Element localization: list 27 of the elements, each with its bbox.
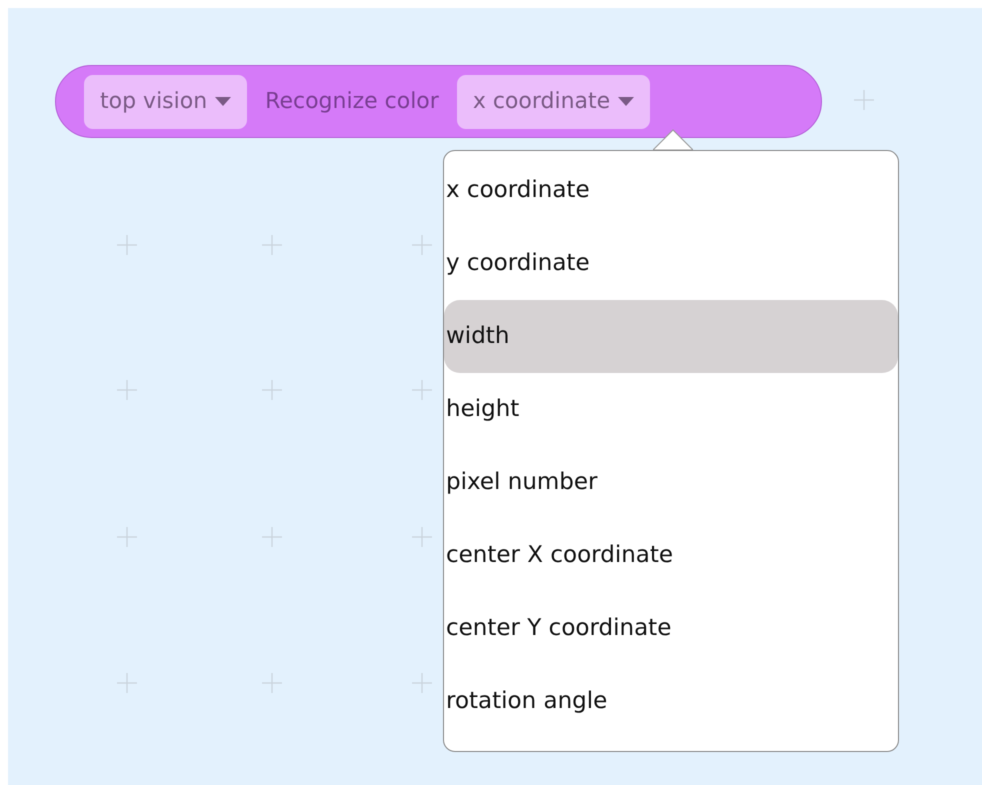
block-label: Recognize color [265,89,439,114]
menu-item[interactable]: y coordinate [444,227,898,300]
menu-item[interactable]: height [444,373,898,446]
plus-icon [412,673,432,693]
plus-icon [412,527,432,547]
plus-icon [854,90,874,110]
plus-icon [117,235,137,255]
plus-icon [262,527,282,547]
menu-item[interactable]: x coordinate [444,154,898,227]
menu-item[interactable]: center Y coordinate [444,592,898,665]
plus-icon [262,380,282,400]
plus-icon [117,380,137,400]
plus-icon [117,527,137,547]
menu-item[interactable]: center X coordinate [444,519,898,592]
plus-icon [412,380,432,400]
plus-icon [262,235,282,255]
plus-icon [262,673,282,693]
plus-icon [117,673,137,693]
source-dropdown[interactable]: top vision [84,74,248,128]
menu-item[interactable]: width [444,300,898,373]
caret-icon [618,96,634,106]
menu-item[interactable]: pixel number [444,446,898,519]
property-dropdown[interactable]: x coordinate [456,74,650,128]
caret-icon [215,96,232,106]
menu-item[interactable]: rotation angle [444,665,898,738]
plus-icon [412,235,432,255]
recognize-color-block[interactable]: top vision Recognize color x coordinate [55,65,822,138]
